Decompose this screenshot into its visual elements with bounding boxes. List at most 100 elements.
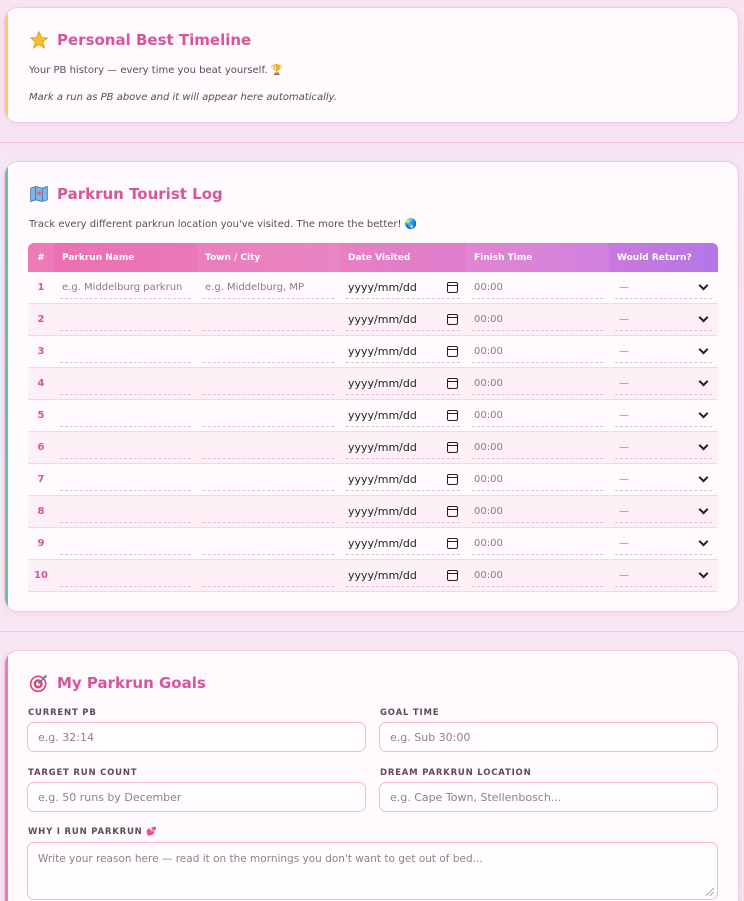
date-visited-input[interactable]: yyyy/mm/dd [346,501,460,523]
town-input[interactable] [203,437,334,459]
date-visited-input[interactable]: yyyy/mm/dd [346,341,460,363]
date-visited-input[interactable]: yyyy/mm/dd [346,469,460,491]
cell-would-return: — [609,496,718,528]
would-return-select[interactable]: — [615,565,712,587]
date-visited-input[interactable]: yyyy/mm/dd [346,437,460,459]
town-input[interactable] [203,405,334,427]
calendar-icon[interactable] [447,281,458,293]
parkrun-name-input[interactable] [60,469,191,491]
table-row: 5 yyyy/mm/dd 00:00 — [28,400,718,432]
town-input[interactable] [203,469,334,491]
resize-handle-icon[interactable] [706,888,714,896]
row-number: 5 [37,410,45,421]
would-return-select[interactable]: — [615,437,712,459]
parkrun-name-input[interactable] [60,437,191,459]
cell-finish-time: 00:00 [466,336,609,368]
date-visited-input[interactable]: yyyy/mm/dd [346,277,460,299]
date-visited-input[interactable]: yyyy/mm/dd [346,405,460,427]
would-return-select[interactable]: — [615,405,712,427]
table-row: 6 yyyy/mm/dd 00:00 — [28,432,718,464]
cell-date: yyyy/mm/dd [340,432,466,464]
cell-would-return: — [609,400,718,432]
cell-finish-time: 00:00 [466,272,609,304]
date-visited-input[interactable]: yyyy/mm/dd [346,565,460,587]
calendar-icon[interactable] [447,313,458,325]
parkrun-name-input[interactable] [60,341,191,363]
parkrun-name-input[interactable] [60,501,191,523]
calendar-icon[interactable] [447,345,458,357]
would-return-value: — [619,537,629,549]
finish-time-input[interactable]: 00:00 [472,405,603,427]
parkrun-name-input[interactable] [60,309,191,331]
town-input[interactable] [203,341,334,363]
calendar-icon[interactable] [447,569,458,581]
target-icon [29,674,48,693]
finish-time-input[interactable]: 00:00 [472,309,603,331]
calendar-icon[interactable] [447,505,458,517]
calendar-icon[interactable] [447,441,458,453]
town-input[interactable]: e.g. Middelburg, MP [203,277,334,299]
cell-date: yyyy/mm/dd [340,400,466,432]
cell-finish-time: 00:00 [466,528,609,560]
finish-time-input[interactable]: 00:00 [472,469,603,491]
would-return-value: — [619,409,629,421]
current-pb-input[interactable]: e.g. 32:14 [27,722,366,752]
finish-time-input[interactable]: 00:00 [472,341,603,363]
finish-time-input[interactable]: 00:00 [472,501,603,523]
chevron-down-icon [698,312,709,322]
parkrun-name-input[interactable] [60,405,191,427]
would-return-select[interactable]: — [615,309,712,331]
calendar-icon[interactable] [447,377,458,389]
current-pb-label: CURRENT PB [28,708,97,718]
cell-finish-time: 00:00 [466,400,609,432]
finish-time-input[interactable]: 00:00 [472,373,603,395]
would-return-select[interactable]: — [615,501,712,523]
calendar-icon[interactable] [447,537,458,549]
chevron-down-icon [698,376,709,386]
finish-time-input[interactable]: 00:00 [472,277,603,299]
target-run-count-input[interactable]: e.g. 50 runs by December [27,782,366,812]
town-input[interactable] [203,565,334,587]
row-number: 4 [37,378,45,389]
cell-finish-time: 00:00 [466,432,609,464]
would-return-value: — [619,473,629,485]
parkrun-name-input[interactable] [60,533,191,555]
cell-town [197,336,340,368]
would-return-select[interactable]: — [615,277,712,299]
parkrun-name-input[interactable] [60,373,191,395]
dream-location-input[interactable]: e.g. Cape Town, Stellenbosch... [379,782,718,812]
town-input[interactable] [203,309,334,331]
finish-time-input[interactable]: 00:00 [472,533,603,555]
goal-time-input[interactable]: e.g. Sub 30:00 [379,722,718,752]
would-return-select[interactable]: — [615,341,712,363]
town-input[interactable] [203,501,334,523]
cell-finish-time: 00:00 [466,496,609,528]
town-input[interactable] [203,373,334,395]
would-return-select[interactable]: — [615,533,712,555]
column-header-town: Town / City [197,243,340,272]
cell-date: yyyy/mm/dd [340,304,466,336]
parkrun-name-input[interactable]: e.g. Middelburg parkrun [60,277,191,299]
goals-title-text: My Parkrun Goals [57,674,206,692]
date-visited-input[interactable]: yyyy/mm/dd [346,309,460,331]
date-visited-input[interactable]: yyyy/mm/dd [346,533,460,555]
calendar-icon[interactable] [447,473,458,485]
why-i-run-textarea[interactable]: Write your reason here — read it on the … [27,842,718,900]
parkrun-name-input[interactable] [60,565,191,587]
cell-town [197,304,340,336]
cell-finish-time: 00:00 [466,368,609,400]
why-i-run-placeholder: Write your reason here — read it on the … [38,853,483,865]
cell-parkrun-name [54,560,197,592]
would-return-select[interactable]: — [615,469,712,491]
town-input[interactable] [203,533,334,555]
column-header-finish-time: Finish Time [466,243,609,272]
cell-date: yyyy/mm/dd [340,496,466,528]
would-return-value: — [619,281,629,293]
finish-time-input[interactable]: 00:00 [472,565,603,587]
cell-date: yyyy/mm/dd [340,272,466,304]
would-return-select[interactable]: — [615,373,712,395]
calendar-icon[interactable] [447,409,458,421]
cell-town [197,400,340,432]
date-visited-input[interactable]: yyyy/mm/dd [346,373,460,395]
finish-time-input[interactable]: 00:00 [472,437,603,459]
